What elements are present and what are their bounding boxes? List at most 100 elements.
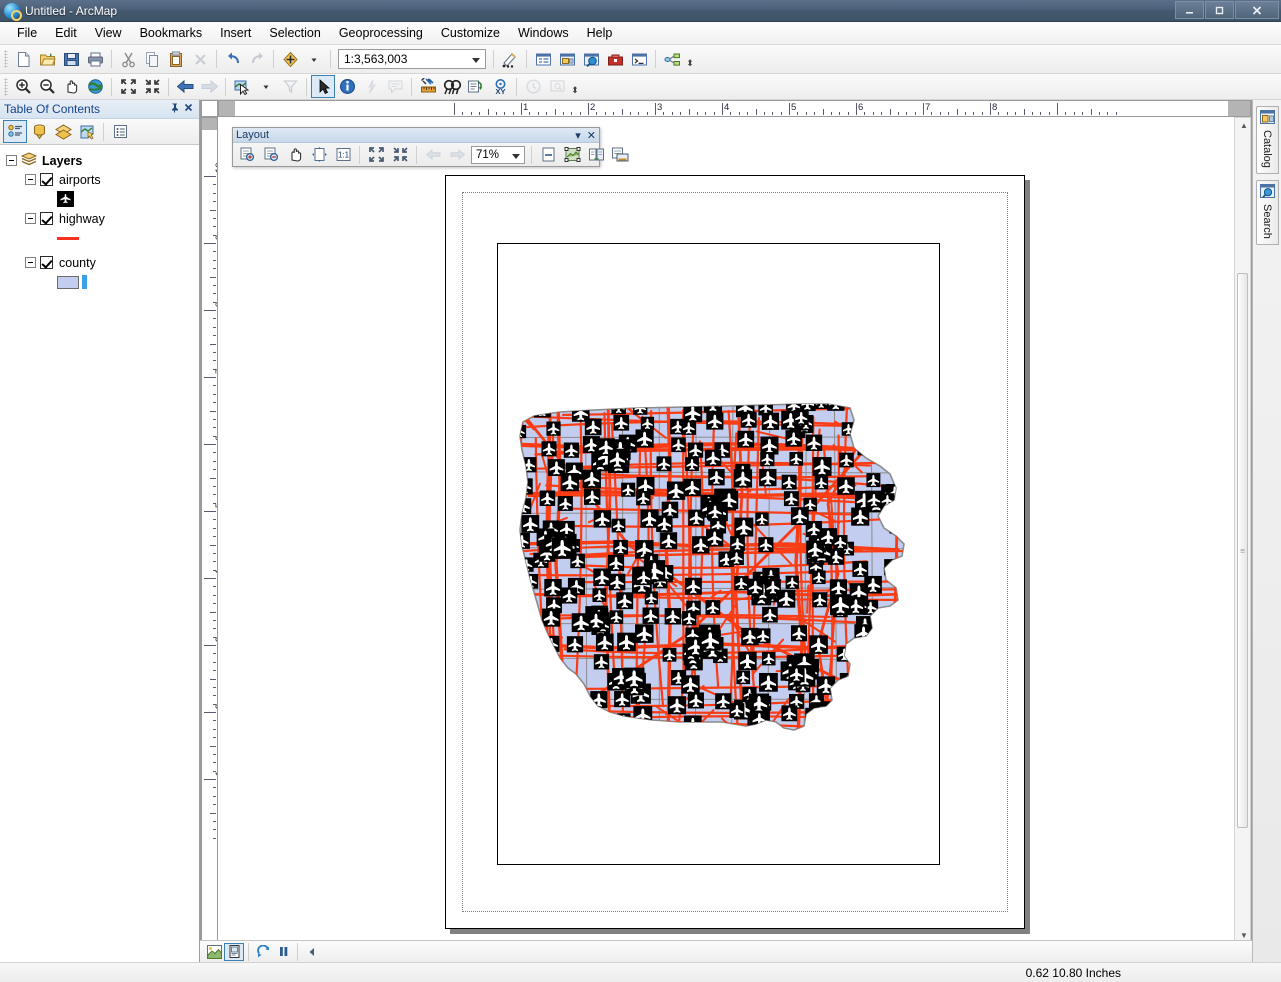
layout-toolbar-close-icon[interactable]: ✕ [587,129,596,142]
layout-canvas[interactable] [219,118,1233,943]
toc-layer-highway[interactable]: highway [25,209,199,228]
horizontal-ruler[interactable]: 12345678 [218,100,1251,117]
map-scale-combo[interactable]: 1:3,563,003 [338,49,486,69]
go-back-extent-page-icon[interactable] [421,143,445,166]
expander-icon[interactable] [25,257,36,268]
maximize-button[interactable] [1205,1,1234,19]
measure-icon[interactable] [416,75,440,98]
expander-icon[interactable] [6,155,17,166]
pan-page-icon[interactable] [283,143,307,166]
clear-selection-icon[interactable] [278,75,302,98]
layout-page[interactable] [445,175,1025,929]
go-to-xy-icon[interactable]: XY [488,75,512,98]
fixed-zoom-out-page-icon[interactable] [388,143,412,166]
hyperlink-icon[interactable] [359,75,383,98]
go-back-extent-icon[interactable] [173,75,197,98]
identify-icon[interactable] [335,75,359,98]
close-button[interactable] [1235,1,1279,19]
arctoolbox-icon[interactable] [603,48,627,71]
copy-icon[interactable] [140,48,164,71]
scroll-left-arrow-icon[interactable] [302,943,322,961]
catalog-window-icon[interactable] [555,48,579,71]
change-layout-icon[interactable] [584,143,608,166]
list-by-drawing-order-icon[interactable] [3,120,27,143]
redo-icon[interactable] [245,48,269,71]
fixed-zoom-in-page-icon[interactable] [364,143,388,166]
fixed-zoom-out-icon[interactable] [140,75,164,98]
toolbar-grip[interactable] [4,78,8,96]
layer-visibility-checkbox-airports[interactable] [40,173,53,186]
expander-icon[interactable] [25,213,36,224]
scroll-down-arrow-icon[interactable]: ▼ [1240,931,1248,940]
toolbar-grip[interactable] [4,50,8,68]
zoom-100-percent-icon[interactable]: 1:1 [331,143,355,166]
data-frame[interactable] [497,243,940,865]
python-window-icon[interactable] [627,48,651,71]
chevron-down-icon[interactable] [512,154,520,159]
dock-tab-search[interactable]: Search [1256,180,1279,245]
toc-layer-county[interactable]: county [25,253,199,272]
html-popup-icon[interactable] [383,75,407,98]
menu-edit[interactable]: Edit [46,23,86,43]
chevron-down-icon[interactable] [472,58,480,63]
toc-options-icon[interactable] [108,120,132,143]
undo-icon[interactable] [221,48,245,71]
print-icon[interactable] [83,48,107,71]
toolbar-overflow-button[interactable]: ⬍ [569,75,581,98]
menu-windows[interactable]: Windows [509,23,578,43]
paste-icon[interactable] [164,48,188,71]
find-route-icon[interactable] [464,75,488,98]
select-elements-icon[interactable] [311,75,335,98]
menu-selection[interactable]: Selection [260,23,329,43]
menu-geoprocessing[interactable]: Geoprocessing [330,23,432,43]
zoom-whole-page-icon[interactable] [307,143,331,166]
table-of-contents-icon[interactable] [531,48,555,71]
focus-data-frame-icon[interactable] [560,143,584,166]
dropdown-caret-icon[interactable] [302,48,326,71]
open-document-icon[interactable] [35,48,59,71]
go-forward-extent-page-icon[interactable] [445,143,469,166]
new-document-icon[interactable] [11,48,35,71]
full-extent-icon[interactable] [83,75,107,98]
dock-tab-catalog[interactable]: Catalog [1256,106,1279,174]
toggle-draft-mode-icon[interactable] [536,143,560,166]
editor-toolbar-icon[interactable] [498,48,522,71]
menu-insert[interactable]: Insert [211,23,260,43]
toolbar-overflow-button[interactable]: ⬍ [684,48,696,71]
menu-file[interactable]: File [8,23,46,43]
layout-toolbar-caption[interactable]: Layout ▾ ✕ [233,128,599,143]
expander-icon[interactable] [25,174,36,185]
menu-view[interactable]: View [86,23,131,43]
go-next-extent-icon[interactable] [197,75,221,98]
scroll-up-arrow-icon[interactable]: ▲ [1240,121,1248,130]
fixed-zoom-in-icon[interactable] [116,75,140,98]
layer-visibility-checkbox-county[interactable] [40,256,53,269]
zoom-in-icon[interactable] [11,75,35,98]
save-icon[interactable] [59,48,83,71]
list-by-selection-icon[interactable] [75,120,99,143]
pin-icon[interactable] [167,102,181,116]
delete-icon[interactable] [188,48,212,71]
menu-bookmarks[interactable]: Bookmarks [131,23,212,43]
layer-visibility-checkbox-highway[interactable] [40,212,53,225]
vertical-scroll-thumb[interactable]: ≡ [1237,273,1248,828]
pause-drawing-icon[interactable] [273,943,293,961]
list-by-visibility-icon[interactable] [51,120,75,143]
layout-toolbar-menu-caret-icon[interactable]: ▾ [575,129,581,142]
minimize-button[interactable] [1175,1,1204,19]
toc-layer-airports[interactable]: airports [25,170,199,189]
list-by-source-icon[interactable] [27,120,51,143]
vertical-ruler[interactable]: 10987654321 [201,117,218,961]
zoom-out-page-icon[interactable] [259,143,283,166]
vertical-scrollbar[interactable]: ▲ ≡ ▼ [1234,117,1251,944]
menu-customize[interactable]: Customize [432,23,509,43]
close-icon[interactable] [181,102,195,116]
dropdown-caret-icon[interactable] [254,75,278,98]
add-data-icon[interactable] [278,48,302,71]
create-viewer-icon[interactable] [545,75,569,98]
search-window-icon[interactable] [579,48,603,71]
zoom-in-page-icon[interactable] [235,143,259,166]
page-zoom-combo[interactable]: 71% [471,146,525,164]
cut-icon[interactable] [116,48,140,71]
refresh-view-icon[interactable] [253,943,273,961]
